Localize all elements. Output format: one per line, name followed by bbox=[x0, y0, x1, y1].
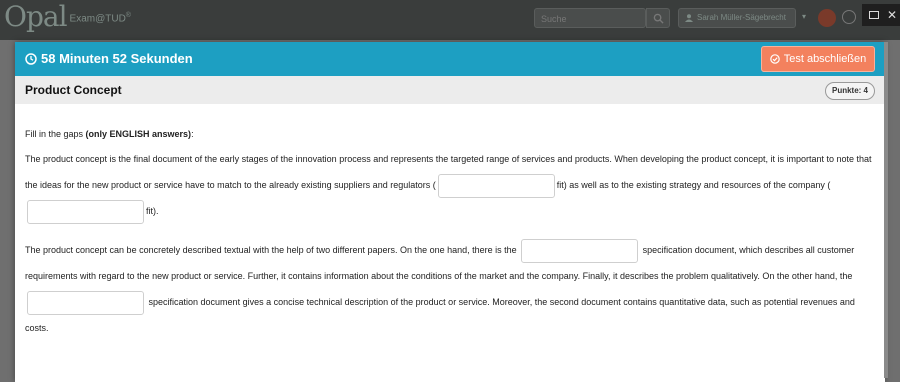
gap-input-4[interactable] bbox=[27, 290, 144, 315]
user-menu[interactable]: Sarah Müller-Sägebrecht bbox=[678, 8, 796, 28]
chevron-down-icon[interactable]: ▾ bbox=[802, 12, 806, 21]
question-title: Product Concept bbox=[25, 83, 122, 97]
close-window-button[interactable]: ✕ bbox=[884, 4, 900, 26]
user-icon bbox=[685, 14, 693, 22]
paragraph-2: The product concept can be concretely de… bbox=[25, 237, 875, 341]
notification-icon[interactable] bbox=[818, 9, 836, 27]
top-navigation-bar: Opal Exam@TUD® Suche Sarah Müller-Sägebr… bbox=[0, 0, 900, 40]
gap-input-3[interactable] bbox=[521, 238, 639, 263]
paragraph-1: The product concept is the final documen… bbox=[25, 146, 875, 224]
gap-input-2[interactable] bbox=[27, 199, 144, 224]
maximize-button[interactable] bbox=[862, 4, 884, 26]
user-name: Sarah Müller-Sägebrecht bbox=[697, 13, 786, 22]
search-input[interactable]: Suche bbox=[534, 8, 646, 28]
instruction-text: Fill in the gaps (only ENGLISH answers): bbox=[25, 129, 194, 139]
timer-bar: 58 Minuten 52 Sekunden Test abschließen bbox=[15, 42, 885, 76]
scrollbar[interactable] bbox=[884, 42, 888, 378]
logo-text: Exam@TUD® bbox=[69, 11, 131, 24]
check-circle-icon bbox=[769, 54, 780, 64]
logo-mark: Opal bbox=[4, 0, 68, 33]
finish-test-label: Test abschließen bbox=[783, 53, 867, 65]
opal-logo: Opal Exam@TUD® bbox=[4, 2, 131, 32]
gap-input-1[interactable] bbox=[437, 173, 555, 198]
search-icon bbox=[653, 13, 664, 24]
points-badge: Punkte: 4 bbox=[824, 82, 875, 100]
finish-test-button[interactable]: Test abschließen bbox=[761, 46, 875, 72]
countdown-timer: 58 Minuten 52 Sekunden bbox=[25, 51, 193, 66]
test-modal: 58 Minuten 52 Sekunden Test abschließen … bbox=[15, 42, 885, 382]
clock-icon bbox=[25, 52, 37, 65]
help-icon[interactable] bbox=[842, 10, 856, 24]
question-header: Product Concept Punkte: 4 bbox=[15, 76, 885, 104]
timer-text: 58 Minuten 52 Sekunden bbox=[41, 51, 193, 66]
search-button[interactable] bbox=[646, 8, 670, 28]
